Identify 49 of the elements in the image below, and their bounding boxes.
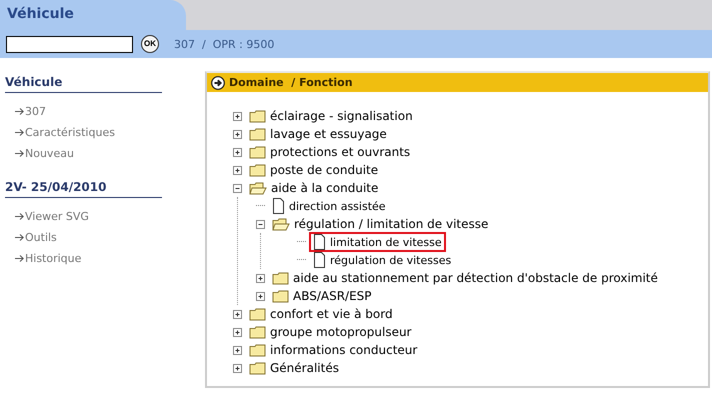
folder-icon — [249, 127, 266, 141]
tree-item[interactable]: ABS/ASR/ESP — [268, 287, 376, 305]
folder-icon — [249, 361, 266, 375]
sidebar-link[interactable]: Nouveau — [15, 145, 74, 161]
tree-item[interactable]: régulation de vitesses — [309, 250, 456, 270]
folder-icon — [272, 271, 289, 285]
tree-item[interactable]: Généralités — [245, 359, 343, 377]
arrow-icon — [15, 232, 24, 242]
panel-title: Domaine / Fonction — [229, 76, 353, 89]
tree-item[interactable]: régulation / limitation de vitesse — [268, 215, 492, 233]
folder-icon — [249, 307, 266, 321]
arrow-circle-icon — [211, 76, 225, 90]
tree-item[interactable]: protections et ouvrants — [245, 143, 414, 161]
folder-icon — [249, 163, 266, 177]
ok-button[interactable]: OK — [141, 35, 159, 53]
tree-item[interactable]: direction assistée — [268, 196, 390, 216]
tree-item[interactable]: aide à la conduite — [245, 179, 382, 197]
search-field[interactable] — [6, 36, 133, 52]
folder-icon — [249, 343, 266, 357]
folder-icon — [249, 325, 266, 339]
document-icon — [313, 234, 326, 250]
arrow-icon — [15, 128, 24, 136]
tree-item[interactable]: limitation de vitesse — [309, 232, 446, 252]
sidebar-link[interactable]: 307 — [15, 103, 46, 119]
arrow-icon — [15, 212, 24, 220]
folder-icon — [249, 109, 266, 123]
sidebar-link[interactable]: Outils — [15, 229, 57, 245]
folder-icon — [249, 145, 266, 159]
section-heading: Véhicule — [5, 72, 162, 93]
document-icon — [313, 252, 326, 268]
sidebar-link[interactable]: Historique — [15, 250, 82, 266]
tree-item[interactable]: informations conducteur — [245, 341, 422, 359]
section-heading: 2V- 25/04/2010 — [5, 177, 162, 198]
tree-item[interactable]: poste de conduite — [245, 161, 382, 179]
open-folder-icon — [249, 181, 267, 195]
sidebar-link[interactable]: Viewer SVG — [15, 208, 89, 224]
folder-icon — [272, 289, 289, 303]
document-icon — [272, 198, 285, 214]
tree-item[interactable]: groupe motopropulseur — [245, 323, 416, 341]
vehicle-reference: 307 / OPR : 9500 — [174, 38, 274, 50]
tree-item[interactable]: éclairage - signalisation — [245, 107, 417, 125]
arrow-icon — [15, 106, 24, 116]
arrow-icon — [15, 254, 24, 262]
open-folder-icon — [272, 217, 290, 231]
tree-item[interactable]: confort et vie à bord — [245, 305, 397, 323]
tree-item[interactable]: aide au stationnement par détection d'obstacle de proximité — [268, 269, 662, 287]
sidebar-link[interactable]: Caractéristiques — [15, 124, 115, 140]
tree-item[interactable]: lavage et essuyage — [245, 125, 391, 143]
arrow-icon — [15, 148, 24, 158]
